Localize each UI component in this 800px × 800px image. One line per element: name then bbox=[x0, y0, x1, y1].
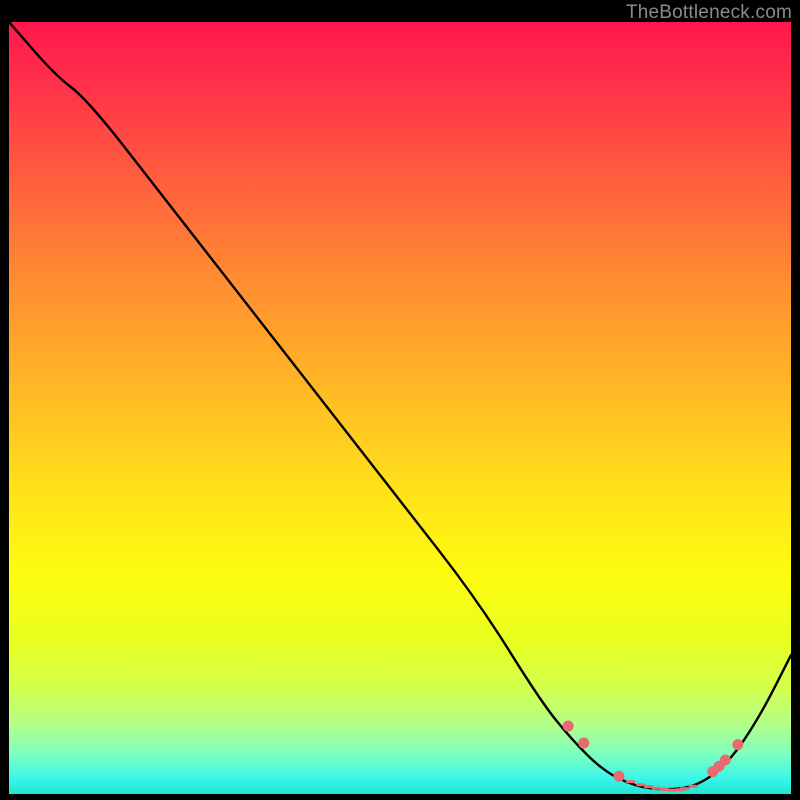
highlight-dot bbox=[563, 721, 574, 732]
highlight-dot bbox=[720, 755, 731, 766]
highlight-dot bbox=[578, 738, 589, 749]
chart-svg bbox=[9, 22, 791, 794]
highlight-dot bbox=[732, 739, 743, 750]
chart-frame bbox=[9, 22, 791, 794]
highlight-dot bbox=[613, 771, 624, 782]
highlight-dots-group bbox=[563, 721, 744, 791]
watermark-text: TheBottleneck.com bbox=[626, 2, 792, 24]
bottleneck-curve bbox=[9, 22, 791, 789]
